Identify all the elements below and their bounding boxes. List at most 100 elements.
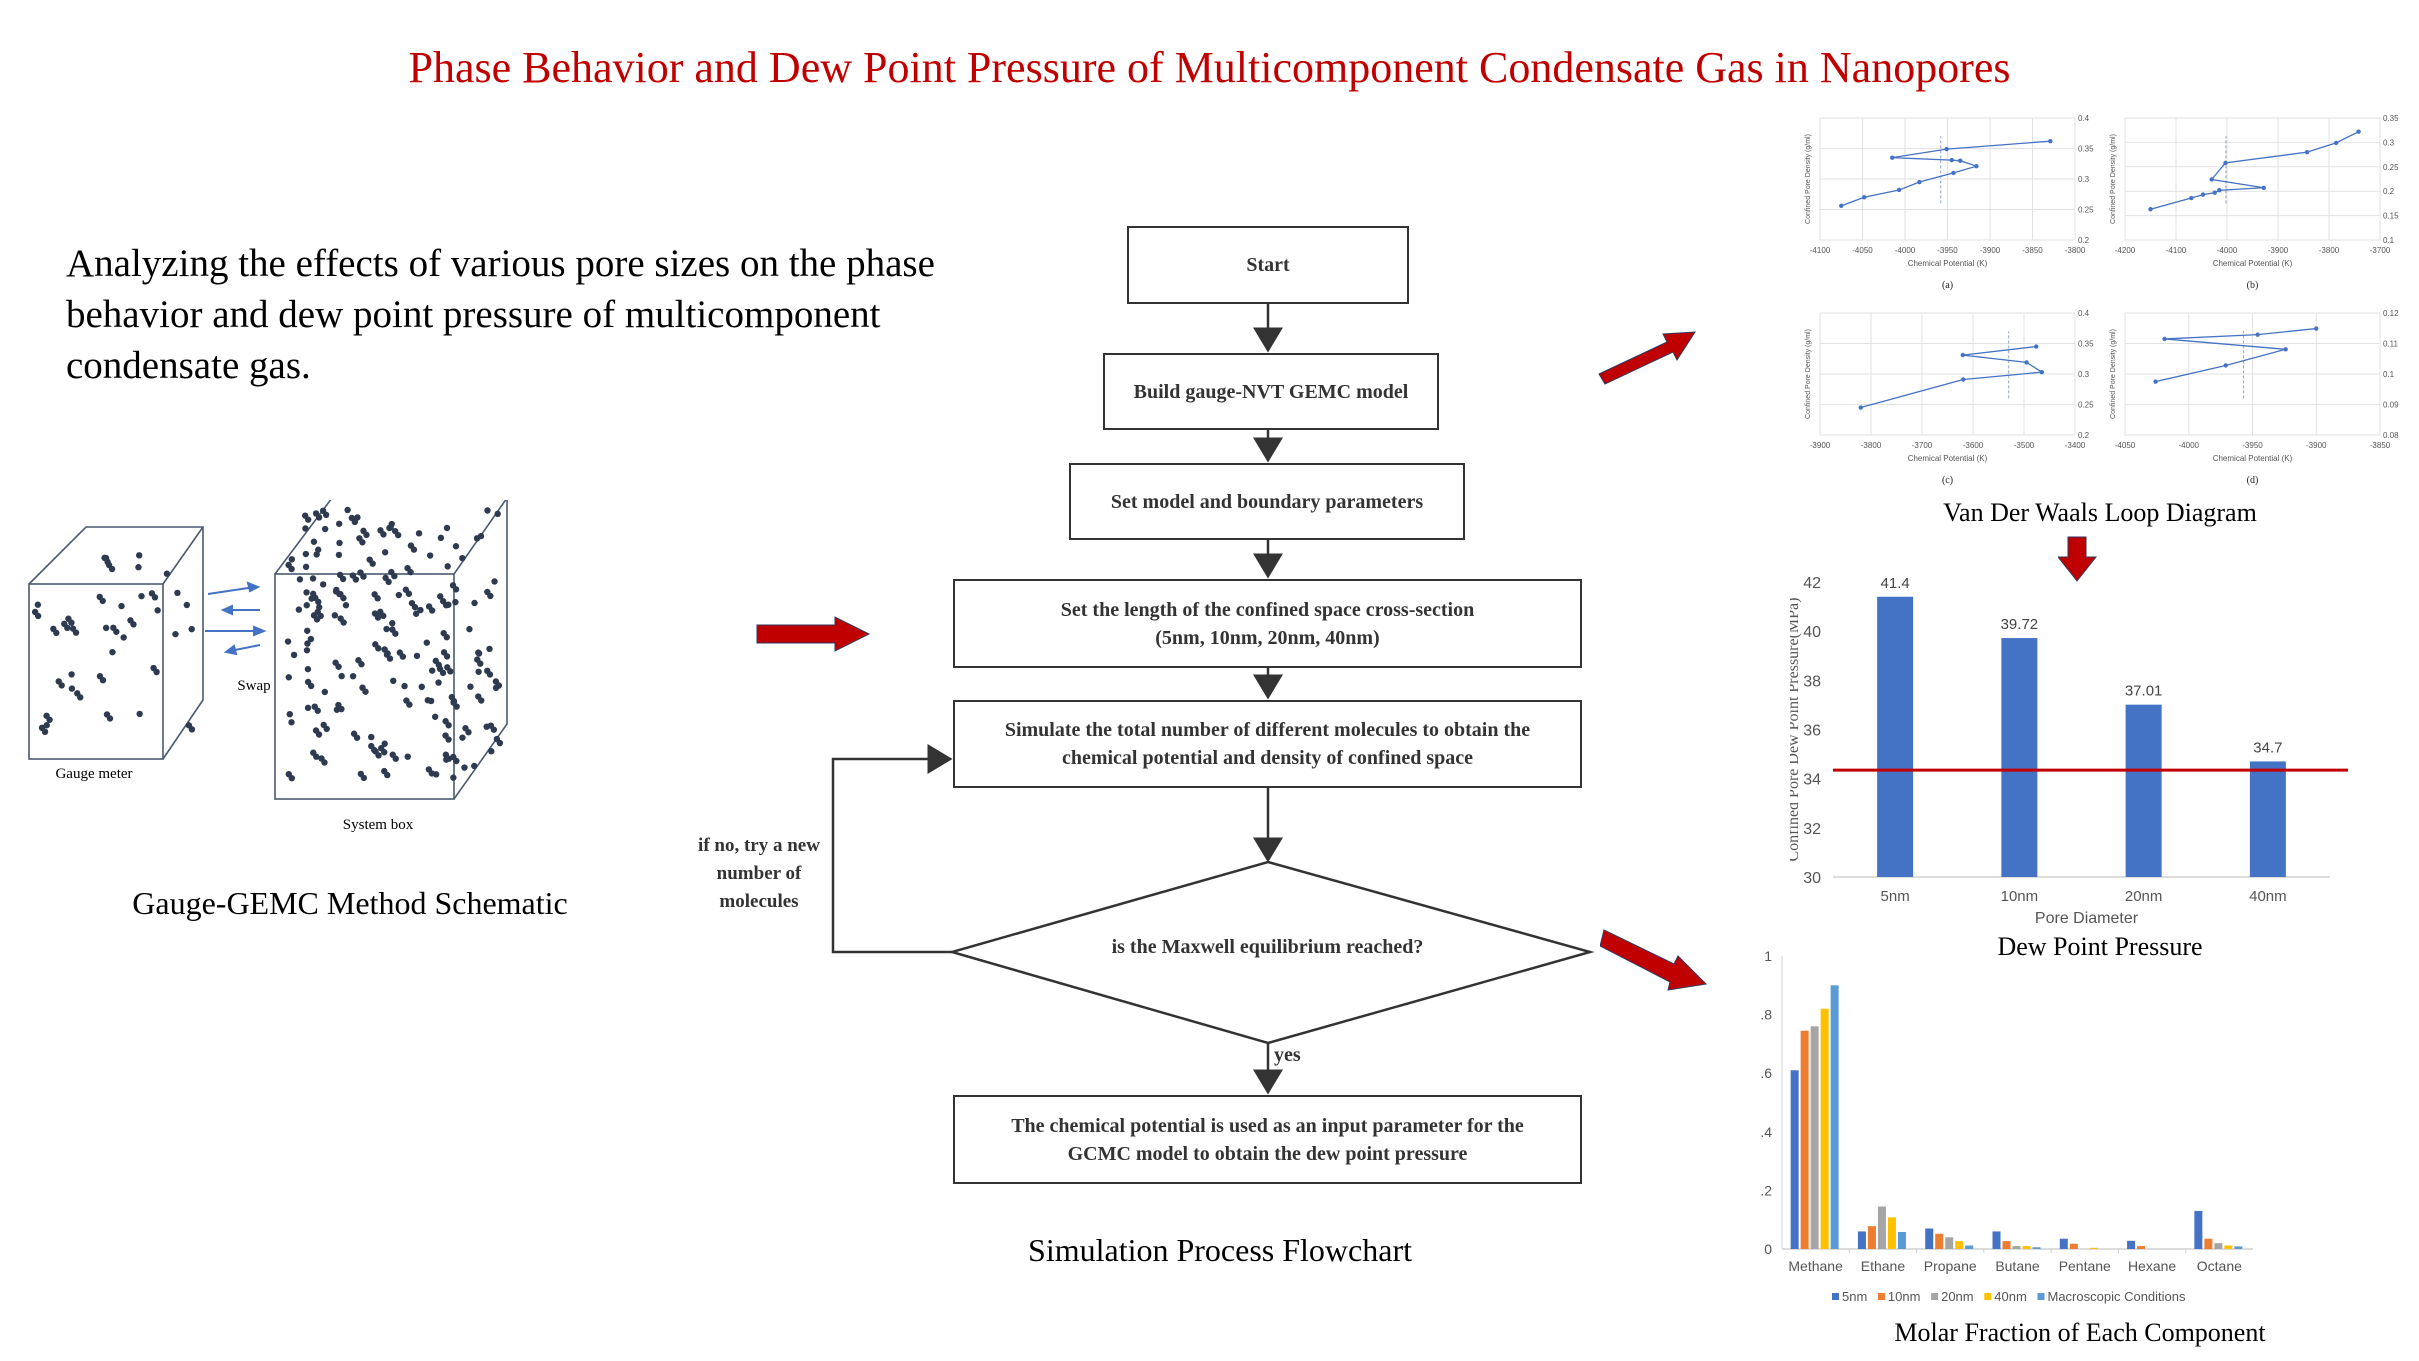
molecule-dot: [34, 612, 42, 620]
vdw-point: [2034, 344, 2039, 349]
molecule-dot: [494, 510, 501, 518]
molecule-dot: [310, 538, 318, 545]
bar-10nm: [1867, 1226, 1876, 1249]
x-tick-label: -3850: [2022, 246, 2043, 255]
molecule-dot: [487, 592, 494, 600]
molecule-dot: [486, 645, 493, 653]
bar-40nm: [1955, 1241, 1964, 1249]
y-tick-label: 0.1: [2383, 370, 2395, 379]
molecule-dot: [490, 726, 498, 733]
vdw-point: [2148, 207, 2153, 212]
y-tick-label: 34: [1803, 772, 1821, 789]
molecule-dot: [130, 621, 137, 628]
system-box-label: System box: [343, 817, 414, 833]
y-tick-label: 0.12: [2383, 309, 2399, 318]
molecule-dot: [317, 612, 324, 620]
molecule-dot: [99, 597, 106, 605]
legend-swatch: [1832, 1293, 1839, 1300]
molecule-dot: [353, 734, 361, 741]
x-tick-label: -3700: [2370, 246, 2391, 255]
x-axis-label: Pore Diameter: [2035, 910, 2139, 927]
molecule-dot: [394, 531, 402, 539]
molar-fraction-chart: 0 0.2 0.4 0.6 0.8 1 Methane Ethane Propane Butane…: [1760, 950, 2253, 1304]
molecule-dot: [453, 703, 460, 710]
molecule-dot: [459, 554, 466, 562]
molecule-dot: [466, 625, 473, 633]
gauge-meter-cube: [28, 526, 204, 760]
molecule-dot: [58, 682, 65, 689]
poster-title: Phase Behavior and Dew Point Pressure of…: [408, 43, 2011, 92]
bar-20nm: [1945, 1237, 1954, 1249]
bar-5nm: [2059, 1238, 2068, 1249]
molecule-dot: [386, 524, 393, 532]
molecule-dot: [471, 599, 478, 607]
bar: [1877, 596, 1914, 877]
molecule-dot: [290, 651, 298, 659]
vdw-point: [2200, 192, 2206, 197]
molecule-dot: [491, 578, 498, 585]
molecule-dot: [68, 685, 76, 692]
legend-label: Macroscopic Conditions: [2048, 1289, 2187, 1304]
molecule-dot: [188, 625, 195, 633]
molecule-dot: [288, 719, 295, 726]
molecule-dot: [302, 563, 310, 571]
molecule-dot: [302, 550, 310, 558]
molecule-dot: [188, 726, 196, 733]
molecule-dot: [288, 774, 295, 782]
bar-20nm: [2012, 1246, 2021, 1249]
molecule-dot: [304, 640, 311, 647]
x-tick-label: -3500: [2014, 441, 2035, 450]
molecule-dot: [444, 563, 451, 570]
molecule-dot: [172, 630, 179, 638]
molecule-dot: [285, 674, 292, 681]
molecule-dot: [437, 593, 444, 600]
y-tick-label: 0.35: [2383, 114, 2399, 123]
molecule-dot: [371, 746, 378, 754]
molecule-dot: [344, 506, 351, 514]
bar-10nm: [2002, 1241, 2011, 1249]
x-axis-label: Chemical Potential (K): [1908, 454, 1988, 463]
y-tick-label: 0.08: [2383, 431, 2399, 440]
molecule-dot: [406, 701, 413, 708]
molecule-dot: [335, 663, 342, 670]
x-tick-label: Methane: [1788, 1258, 1843, 1274]
y-axis-label: Confined Pore Density (g/ml): [2110, 134, 2117, 224]
legend-swatch: [1931, 1293, 1939, 1300]
x-axis-label: Chemical Potential (K): [1908, 259, 1988, 268]
molecule-dot: [43, 722, 50, 729]
flowchart-connectors: [831, 304, 1595, 1095]
no-label-line2: number of: [716, 863, 802, 884]
molecule-dot: [315, 514, 323, 521]
x-tick-label: -3950: [1937, 246, 1958, 255]
y-tick-label: 38: [1803, 673, 1821, 690]
molecule-dot: [418, 683, 425, 691]
vdw-point: [1917, 179, 1922, 185]
x-tick-label: Ethane: [1861, 1258, 1906, 1274]
y-tick-label: 0.4: [1760, 1124, 1772, 1140]
molecule-dot: [46, 716, 53, 723]
bar: [2125, 704, 2162, 877]
molecule-dot: [475, 668, 482, 675]
molecule-dot: [34, 601, 42, 608]
vdw-point: [2304, 149, 2310, 155]
molecule-dot: [138, 592, 145, 600]
vdw-point: [2356, 129, 2361, 134]
molecule-dot: [322, 511, 330, 519]
bar-40nm: [2089, 1247, 2098, 1249]
molecule-dot: [340, 594, 347, 602]
molecule-dot: [369, 560, 376, 567]
vdw-point: [1858, 405, 1863, 410]
x-tick-label: -3900: [1810, 441, 1831, 450]
vdw-point: [2048, 138, 2053, 144]
vdw-point: [1890, 155, 1895, 160]
y-tick-label: 0.2: [2383, 187, 2395, 196]
molecule-dot: [389, 620, 396, 627]
vdw-point: [2314, 326, 2319, 331]
x-tick-label: -3800: [2065, 246, 2086, 255]
vdw-point: [2039, 369, 2045, 375]
no-label-line3: molecules: [719, 891, 799, 912]
bar-20nm: [1810, 1026, 1819, 1249]
x-tick-label: -4000: [2179, 441, 2200, 450]
bar: [2001, 638, 2038, 877]
schematic-caption: Gauge-GEMC Method Schematic: [132, 885, 568, 921]
